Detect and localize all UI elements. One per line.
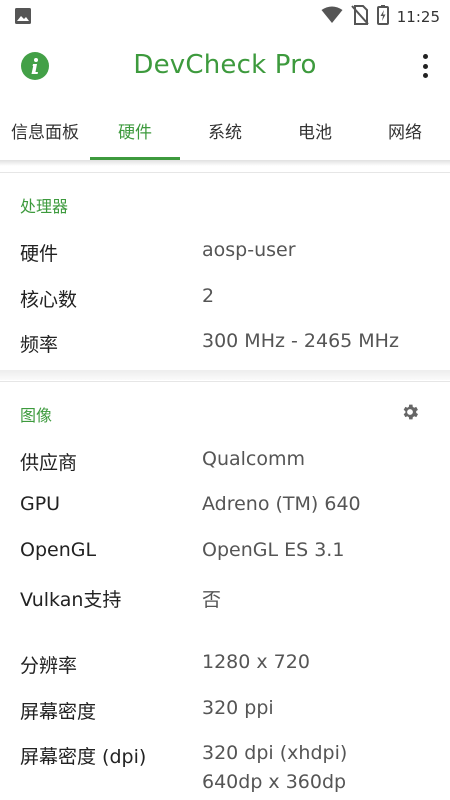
tab-bar: 信息面板 硬件 系统 电池 网络 (0, 100, 450, 160)
graphics-row-resolution: 分辨率 1280 x 720 (0, 651, 450, 681)
app-title: DevCheck Pro (133, 50, 317, 80)
graphics-row-vendor: 供应商 Qualcomm (0, 448, 450, 478)
processor-row-hardware: 硬件 aosp-user (0, 239, 450, 269)
graphics-row-density-dpi: 屏幕密度 (dpi) 320 dpi (xhdpi) (0, 742, 450, 772)
tab-hardware[interactable]: 硬件 (90, 100, 180, 160)
more-vert-icon[interactable] (418, 52, 432, 80)
app-bar: DevCheck Pro (0, 32, 450, 100)
graphics-card: 图像 供应商 Qualcomm GPU Adreno (TM) 640 Open… (0, 381, 450, 800)
tab-dashboard[interactable]: 信息面板 (0, 100, 90, 160)
row-key: OpenGL (20, 539, 97, 561)
row-value: 否 (202, 589, 222, 611)
row-value: Qualcomm (202, 448, 306, 470)
row-value: Adreno (TM) 640 (202, 493, 361, 515)
row-value: aosp-user (202, 239, 296, 261)
gear-icon[interactable] (400, 402, 420, 422)
row-value: 1280 x 720 (202, 651, 310, 673)
row-value: 320 ppi (202, 697, 274, 719)
card-divider (0, 370, 450, 380)
row-key: 核心数 (20, 289, 78, 311)
status-bar: 11:25 (0, 0, 450, 32)
tab-network[interactable]: 网络 (360, 100, 450, 160)
processor-title: 处理器 (20, 197, 69, 216)
row-key: 分辨率 (20, 655, 78, 677)
row-key: 频率 (20, 334, 59, 356)
processor-card: 处理器 硬件 aosp-user 核心数 2 频率 300 MHz - 2465… (0, 172, 450, 370)
tab-system[interactable]: 系统 (180, 100, 270, 160)
processor-row-frequency: 频率 300 MHz - 2465 MHz (0, 330, 450, 360)
row-key: GPU (20, 493, 61, 515)
graphics-row-gpu: GPU Adreno (TM) 640 (0, 493, 450, 523)
tabs-divider (0, 160, 450, 166)
no-sim-icon (351, 5, 369, 29)
row-value: 2 (202, 285, 215, 307)
row-key: 供应商 (20, 452, 78, 474)
image-icon (14, 7, 32, 29)
graphics-row-opengl: OpenGL OpenGL ES 3.1 (0, 539, 450, 569)
row-key: Vulkan支持 (20, 589, 122, 611)
graphics-row-vulkan: Vulkan支持 否 (0, 585, 450, 615)
row-value: 300 MHz - 2465 MHz (202, 330, 399, 352)
row-key: 屏幕密度 (20, 701, 97, 723)
status-time: 11:25 (396, 8, 440, 26)
graphics-title: 图像 (20, 406, 53, 425)
row-key: 硬件 (20, 243, 59, 265)
wifi-icon (321, 6, 343, 28)
battery-charging-icon (376, 5, 389, 29)
row-value: 320 dpi (xhdpi) (202, 742, 348, 764)
tab-battery[interactable]: 电池 (270, 100, 360, 160)
row-value: OpenGL ES 3.1 (202, 539, 345, 561)
row-key: 屏幕密度 (dpi) (20, 746, 147, 768)
graphics-row-density: 屏幕密度 320 ppi (0, 697, 450, 727)
row-value-secondary: 640dp x 360dp (202, 771, 347, 793)
processor-row-cores: 核心数 2 (0, 285, 450, 315)
